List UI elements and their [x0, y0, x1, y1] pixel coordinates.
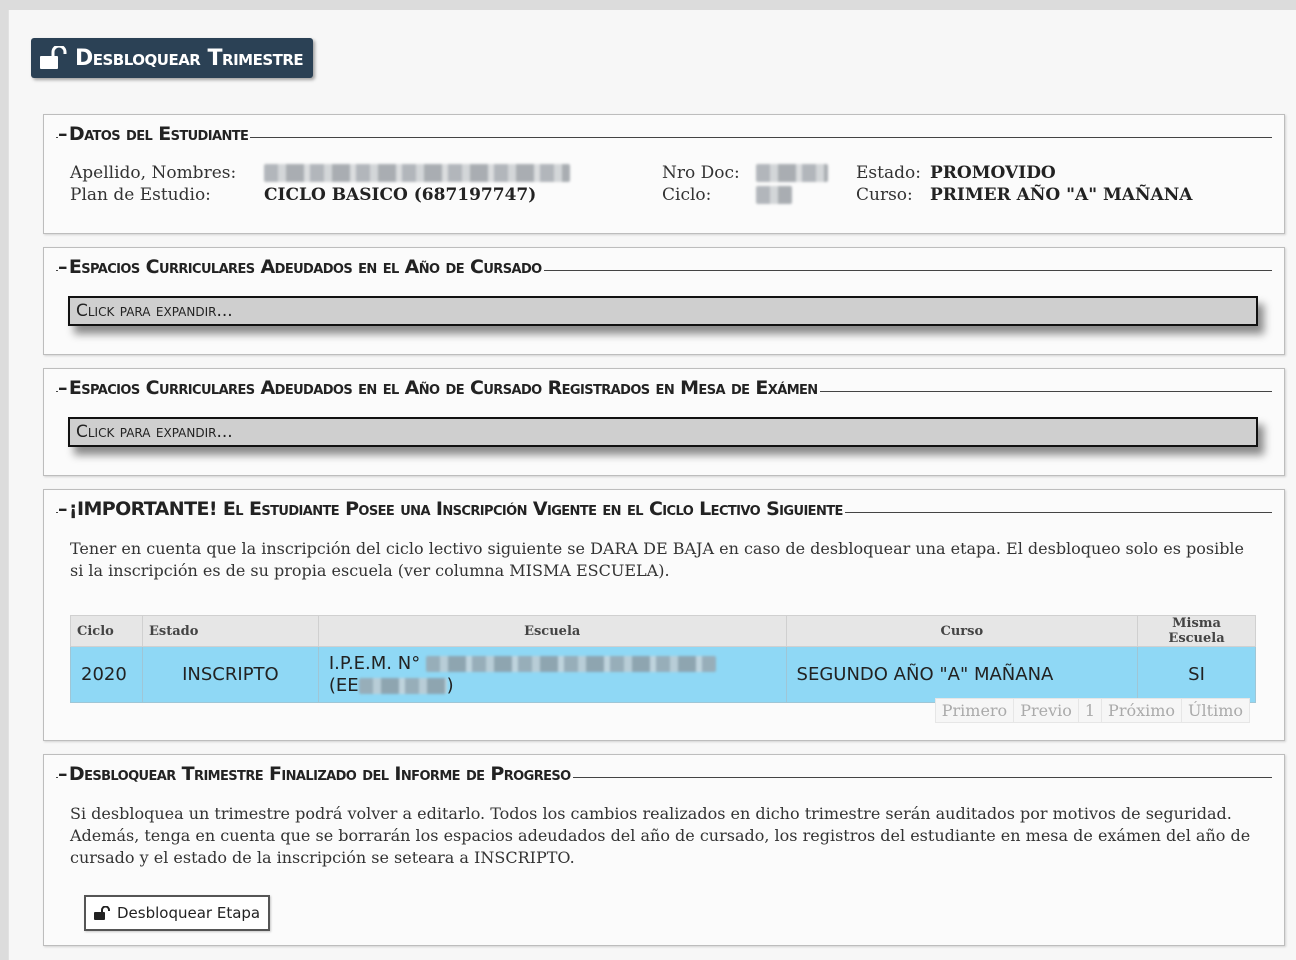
cell-misma-escuela: SI — [1137, 646, 1256, 703]
owed-subjects-section: – Espacios Curriculares Adeudados en el A… — [43, 247, 1285, 355]
cell-escuela: I.P.E.M. N° (EE) — [317, 646, 787, 703]
pager-next[interactable]: Próximo — [1102, 699, 1183, 722]
pagination: Primero Previo 1 Próximo Último — [934, 698, 1250, 723]
table-header-row: Ciclo Estado Escuela Curso Misma Escuela — [70, 615, 1256, 647]
enrollment-table: Ciclo Estado Escuela Curso Misma Escuela… — [70, 615, 1256, 703]
cell-estado: INSCRIPTO — [141, 646, 319, 703]
curso-label: Curso: — [856, 185, 913, 205]
doc-value — [756, 164, 828, 187]
student-data-section: – Datos del Estudiante Apellido, Nombres:… — [43, 114, 1285, 234]
curso-value: PRIMER AÑO "A" MAÑANA — [930, 185, 1193, 205]
column-header[interactable]: Escuela — [317, 615, 787, 647]
cell-ciclo: 2020 — [70, 646, 143, 703]
expand-owed-button[interactable]: Click para expandir... — [68, 296, 1258, 326]
estado-value: PROMOVIDO — [930, 163, 1056, 183]
name-label: Apellido, Nombres: — [70, 163, 237, 183]
owed-exam-section: – Espacios Curriculares Adeudados en el A… — [43, 368, 1285, 476]
section-legend: – Datos del Estudiante — [58, 123, 251, 145]
column-header[interactable]: Misma Escuela — [1137, 615, 1256, 647]
important-text: Tener en cuenta que la inscripción del c… — [70, 539, 1245, 580]
doc-label: Nro Doc: — [662, 163, 740, 183]
ciclo-value — [756, 186, 792, 209]
plan-label: Plan de Estudio: — [70, 185, 211, 205]
plan-value: CICLO BASICO (687197747) — [264, 185, 537, 205]
page-title: Desbloquear Trimestre — [31, 38, 314, 78]
section-legend: – ¡IMPORTANTE! El Estudiante Posee una In… — [58, 498, 845, 520]
expand-owed-exam-button[interactable]: Click para expandir... — [68, 417, 1258, 447]
ciclo-label: Ciclo: — [662, 185, 712, 205]
unlock-stage-label: Desbloquear Etapa — [117, 904, 261, 922]
unlock-section: – Desbloquear Trimestre Finalizado del In… — [43, 754, 1285, 946]
pager-page[interactable]: 1 — [1079, 699, 1103, 722]
column-header[interactable]: Curso — [785, 615, 1139, 647]
cell-curso: SEGUNDO AÑO "A" MAÑANA — [785, 646, 1139, 703]
estado-label: Estado: — [856, 163, 921, 183]
unlock-icon — [40, 46, 67, 69]
pager-prev[interactable]: Previo — [1014, 699, 1079, 722]
pager-last[interactable]: Último — [1182, 699, 1249, 722]
pager-first[interactable]: Primero — [936, 699, 1015, 722]
section-legend: – Desbloquear Trimestre Finalizado del In… — [58, 763, 573, 785]
name-value — [264, 164, 570, 187]
unlock-text: Si desbloquea un trimestre podrá volver … — [70, 804, 1251, 867]
table-row[interactable]: 2020 INSCRIPTO I.P.E.M. N° (EE) SEGUNDO … — [70, 646, 1256, 703]
page-title-text: Desbloquear Trimestre — [75, 45, 304, 71]
unlock-stage-button[interactable]: Desbloquear Etapa — [84, 895, 271, 931]
section-legend: – Espacios Curriculares Adeudados en el A… — [58, 377, 820, 399]
unlock-icon — [94, 906, 110, 920]
page: Desbloquear Trimestre – Datos del Estudia… — [8, 10, 1296, 960]
column-header[interactable]: Ciclo — [70, 615, 143, 647]
section-legend: – Espacios Curriculares Adeudados en el A… — [58, 256, 544, 278]
column-header[interactable]: Estado — [141, 615, 319, 647]
important-section: – ¡IMPORTANTE! El Estudiante Posee una In… — [43, 489, 1285, 741]
